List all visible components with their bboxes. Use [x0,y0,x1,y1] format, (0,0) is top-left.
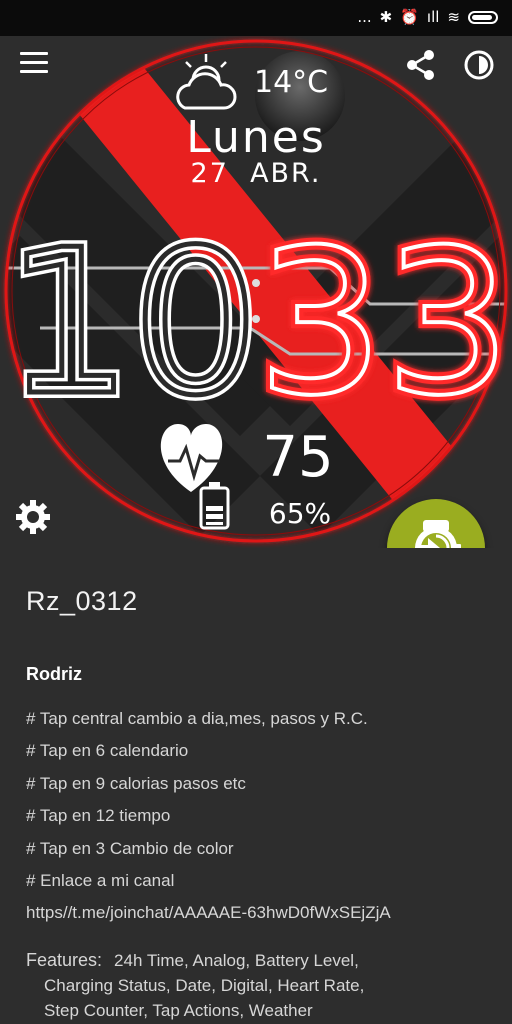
wifi-icon: ≋ [447,8,460,26]
signal-icon: ıll [426,8,440,26]
battery-icon [468,10,498,24]
description-line: # Tap en 6 calendario [26,741,189,761]
weekday-label: Lunes [186,112,326,163]
features-line: Step Counter, Tap Actions, Weather [44,1001,313,1020]
channel-link[interactable]: https//t.me/joinchat/AAAAAE-63hwD0fWxSEj… [26,902,496,934]
hour-digits-inline: 10 [5,207,260,440]
minute-digits-inline: 33 [257,207,512,440]
menu-icon[interactable] [20,52,48,74]
date-label: 27 ABR. [191,158,322,189]
status-bar: ... ✱ ⏰ ıll ≋ [0,0,512,36]
description-line: # Tap en 3 Cambio de color [26,838,234,858]
weather-temperature: 14°C [254,65,328,100]
theme-toggle-icon[interactable] [462,48,496,82]
description: # Tap central cambio a dia,mes, pasos y … [26,708,496,935]
description-line: # Enlace a mi canal [26,870,175,890]
notification-dots-icon: ... [357,8,372,26]
share-icon[interactable] [404,48,438,82]
description-line: # Tap en 12 tiempo [26,806,171,826]
author-name[interactable]: Rodriz [26,664,82,685]
description-line: # Tap central cambio a dia,mes, pasos y … [26,709,368,728]
alarm-icon: ⏰ [400,8,419,26]
features-line: Charging Status, Date, Digital, Heart Ra… [44,976,365,995]
description-line: # Tap en 9 calorias pasos etc [26,773,246,793]
watchface-title: Rz_0312 [26,586,138,616]
heart-rate-value: 75 [262,425,333,490]
features-list: Features: 24h Time, Analog, Battery Level… [26,948,496,1023]
watchface-preview: 14°C Lunes 27 ABR. 10 10 33 33 75 65% [0,36,512,548]
features-line: 24h Time, Analog, Battery Level, [114,951,359,970]
features-label: Features: [26,950,103,970]
watchface-graphic: 14°C Lunes 27 ABR. 10 10 33 33 75 65% [0,39,512,543]
battery-percent: 65% [269,497,331,530]
watchface-details: Rz_0312 Rodriz # Tap central cambio a di… [0,548,512,1024]
settings-gear-icon[interactable] [14,498,52,536]
bluetooth-icon: ✱ [379,8,393,26]
